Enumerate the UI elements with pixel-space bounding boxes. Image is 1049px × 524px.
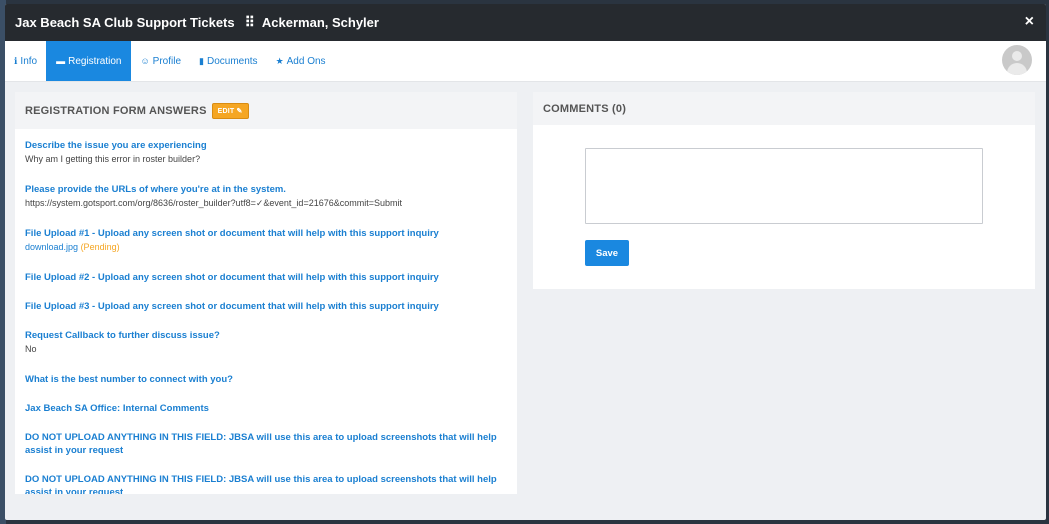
- tab-label: Info: [20, 55, 38, 67]
- list-item: Request Callback to further discuss issu…: [25, 329, 507, 355]
- modal-header: Jax Beach SA Club Support Tickets ⠿ Acke…: [5, 4, 1046, 41]
- registration-panel: REGISTRATION FORM ANSWERS EDIT ✎ Describ…: [15, 92, 517, 494]
- registration-title: REGISTRATION FORM ANSWERS: [25, 104, 207, 117]
- tab-label: Profile: [152, 55, 182, 67]
- answer: https://system.gotsport.com/org/8636/ros…: [25, 198, 402, 208]
- status-badge: (Pending): [80, 242, 120, 252]
- edit-button[interactable]: EDIT ✎: [211, 102, 249, 119]
- question: Please provide the URLs of where you're …: [25, 184, 286, 195]
- question: File Upload #1 - Upload any screen shot …: [25, 228, 439, 239]
- close-icon[interactable]: ×: [1025, 13, 1034, 31]
- tab-registration[interactable]: ▬ Registration: [46, 41, 132, 81]
- tab-label: Registration: [68, 55, 122, 67]
- drag-handle-icon: ⠿: [244, 14, 255, 30]
- answers-list: Describe the issue you are experiencing …: [15, 139, 517, 494]
- question: DO NOT UPLOAD ANYTHING IN THIS FIELD: JB…: [25, 474, 497, 494]
- answer: No: [25, 344, 37, 354]
- form-icon: ▬: [56, 56, 66, 66]
- question: Describe the issue you are experiencing: [25, 140, 207, 151]
- tab-profile[interactable]: ☺ Profile: [131, 41, 190, 81]
- info-icon: ℹ: [14, 55, 18, 66]
- list-item: Jax Beach SA Office: Internal Comments: [25, 402, 507, 415]
- user-name: Ackerman, Schyler: [261, 15, 379, 30]
- tab-documents[interactable]: ▮ Documents: [190, 41, 267, 81]
- comments-title: COMMENTS (0): [543, 102, 627, 115]
- answer: Why am I getting this error in roster bu…: [25, 154, 201, 164]
- tab-label: Documents: [206, 55, 258, 67]
- tab-bar: ℹ Info ▬ Registration ☺ Profile ▮ Docume…: [5, 41, 1046, 82]
- comment-input[interactable]: [585, 148, 983, 224]
- answer: download.jpg (Pending): [25, 241, 507, 253]
- list-item: File Upload #3 - Upload any screen shot …: [25, 300, 507, 313]
- tab-add-ons[interactable]: ★ Add Ons: [267, 41, 335, 81]
- list-item: File Upload #2 - Upload any screen shot …: [25, 271, 507, 284]
- list-item: Describe the issue you are experiencing …: [25, 139, 507, 165]
- comments-panel: COMMENTS (0) Save: [533, 92, 1035, 289]
- avatar[interactable]: [1002, 45, 1032, 75]
- modal-title: Jax Beach SA Club Support Tickets: [15, 15, 235, 30]
- list-item: DO NOT UPLOAD ANYTHING IN THIS FIELD: JB…: [25, 473, 507, 494]
- question: File Upload #3 - Upload any screen shot …: [25, 301, 439, 312]
- question: DO NOT UPLOAD ANYTHING IN THIS FIELD: JB…: [25, 432, 497, 456]
- tab-info[interactable]: ℹ Info: [5, 41, 46, 81]
- file-link[interactable]: download.jpg: [25, 242, 78, 252]
- save-button[interactable]: Save: [585, 240, 629, 266]
- user-circle-icon: ☺: [140, 56, 150, 66]
- support-ticket-modal: Jax Beach SA Club Support Tickets ⠿ Acke…: [5, 4, 1046, 520]
- comments-panel-header: COMMENTS (0): [533, 92, 1035, 125]
- question: What is the best number to connect with …: [25, 374, 233, 385]
- list-item: DO NOT UPLOAD ANYTHING IN THIS FIELD: JB…: [25, 431, 507, 457]
- file-icon: ▮: [199, 55, 204, 66]
- question: Request Callback to further discuss issu…: [25, 330, 220, 341]
- avatar-head: [1012, 51, 1022, 61]
- registration-panel-header: REGISTRATION FORM ANSWERS EDIT ✎: [15, 92, 517, 129]
- list-item: Please provide the URLs of where you're …: [25, 183, 507, 209]
- list-item: File Upload #1 - Upload any screen shot …: [25, 227, 507, 253]
- star-icon: ★: [275, 55, 284, 66]
- avatar-body: [1007, 63, 1027, 75]
- question: Jax Beach SA Office: Internal Comments: [25, 403, 209, 414]
- question: File Upload #2 - Upload any screen shot …: [25, 272, 439, 283]
- tab-label: Add Ons: [286, 55, 326, 67]
- list-item: What is the best number to connect with …: [25, 373, 507, 386]
